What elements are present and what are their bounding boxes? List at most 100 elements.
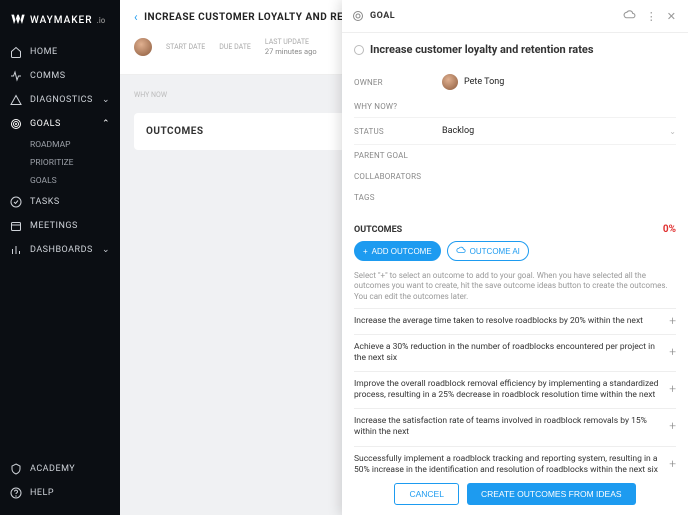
brand-suffix: .io: [97, 16, 106, 25]
nav-goals-label: GOALS: [30, 119, 61, 129]
why-now-label: WHY NOW?: [354, 102, 442, 111]
plus-icon: +: [363, 247, 368, 256]
brand-name: WAYMAKER: [30, 15, 93, 26]
outcomes-help-text: Select "+" to select an outcome to add t…: [354, 271, 676, 302]
add-icon[interactable]: +: [669, 420, 676, 436]
status-label: STATUS: [354, 127, 442, 136]
outcome-text: Achieve a 30% reduction in the number of…: [354, 342, 655, 363]
nav-meetings[interactable]: MEETINGS: [0, 214, 120, 238]
due-date-label: DUE DATE: [219, 43, 251, 51]
calendar-icon: [10, 220, 22, 232]
sidebar: WAYMAKER .io HOME COMMS DIAGNOSTICS ⌄ GOA…: [0, 0, 120, 515]
panel-footer: CANCEL CREATE OUTCOMES FROM IDEAS: [342, 473, 688, 515]
create-outcomes-button[interactable]: CREATE OUTCOMES FROM IDEAS: [467, 483, 636, 505]
owner-label: OWNER: [354, 78, 442, 87]
parent-goal-label: PARENT GOAL: [354, 151, 442, 160]
cancel-button[interactable]: CANCEL: [394, 483, 458, 505]
ai-icon: [456, 245, 466, 257]
nav-diagnostics-label: DIAGNOSTICS: [30, 95, 93, 105]
last-update-value: 27 minutes ago: [265, 47, 317, 56]
add-icon[interactable]: +: [669, 314, 676, 330]
goal-panel: GOAL ⋮ ✕ Increase customer loyalty and r…: [342, 0, 688, 515]
goal-title: Increase customer loyalty and retention …: [370, 43, 594, 56]
nav-tasks[interactable]: TASKS: [0, 190, 120, 214]
outcome-text: Increase the average time taken to resol…: [354, 316, 643, 326]
check-circle-icon: [10, 196, 22, 208]
outcomes-heading: OUTCOMES: [146, 126, 204, 137]
nav-dashboards[interactable]: DASHBOARDS ⌄: [0, 238, 120, 262]
more-icon[interactable]: ⋮: [644, 10, 659, 23]
avatar: [442, 74, 458, 90]
outcomes-label: OUTCOMES: [354, 225, 402, 235]
parent-goal-row[interactable]: PARENT GOAL: [354, 145, 676, 166]
nav-academy[interactable]: ACADEMY: [0, 457, 120, 481]
nav-sub-roadmap[interactable]: ROADMAP: [0, 136, 120, 154]
shield-icon: [10, 463, 22, 475]
outcome-suggestion: Improve the overall roadblock removal ef…: [354, 372, 676, 409]
goal-title-row: Increase customer loyalty and retention …: [354, 43, 676, 56]
status-row[interactable]: STATUS Backlog ⌄: [354, 117, 676, 145]
tags-row[interactable]: TAGS: [354, 187, 676, 208]
nav-academy-label: ACADEMY: [30, 464, 75, 474]
why-now-row[interactable]: WHY NOW?: [354, 96, 676, 117]
warning-icon: [10, 94, 22, 106]
outcomes-section-header: OUTCOMES 0%: [354, 216, 676, 235]
cloud-icon[interactable]: [621, 8, 638, 24]
chevron-down-icon: ⌄: [669, 127, 676, 136]
outcome-suggestion: Increase the average time taken to resol…: [354, 308, 676, 335]
home-icon: [10, 46, 22, 58]
nav-home-label: HOME: [30, 47, 58, 57]
status-dot-icon: [354, 45, 364, 55]
collaborators-row[interactable]: COLLABORATORS: [354, 166, 676, 187]
back-button[interactable]: ‹: [134, 10, 138, 24]
nav-tasks-label: TASKS: [30, 197, 60, 207]
outcome-suggestion: Successfully implement a roadblock track…: [354, 447, 676, 474]
close-icon[interactable]: ✕: [665, 10, 678, 23]
nav-dashboards-label: DASHBOARDS: [30, 245, 93, 255]
target-icon: [10, 118, 22, 130]
nav-goals[interactable]: GOALS ⌃: [0, 112, 120, 136]
nav-sub-goals[interactable]: GOALS: [0, 172, 120, 190]
outcome-ai-label: OUTCOME AI: [470, 247, 520, 256]
chevron-down-icon: ⌄: [102, 245, 110, 255]
chevron-down-icon: ⌄: [102, 95, 110, 105]
nav-comms[interactable]: COMMS: [0, 64, 120, 88]
nav-diagnostics[interactable]: DIAGNOSTICS ⌄: [0, 88, 120, 112]
target-icon: [352, 10, 364, 22]
page-title: INCREASE CUSTOMER LOYALTY AND RETENTI: [144, 12, 374, 23]
chevron-up-icon: ⌃: [102, 119, 110, 129]
brand-logo: WAYMAKER .io: [0, 8, 120, 40]
outcome-text: Increase the satisfaction rate of teams …: [354, 416, 647, 437]
help-icon: [10, 487, 22, 499]
outcome-suggestion: Achieve a 30% reduction in the number of…: [354, 335, 676, 372]
brand-mark-icon: [10, 12, 26, 28]
outcome-text: Improve the overall roadblock removal ef…: [354, 379, 658, 400]
outcome-suggestions-list: Increase the average time taken to resol…: [354, 308, 676, 473]
status-value: Backlog: [442, 126, 474, 136]
add-outcome-button[interactable]: + ADD OUTCOME: [354, 241, 441, 261]
add-icon[interactable]: +: [669, 457, 676, 473]
bars-icon: [10, 244, 22, 256]
panel-header-title: GOAL: [370, 11, 615, 21]
owner-row: OWNER Pete Tong: [354, 68, 676, 96]
nav-help-label: HELP: [30, 488, 54, 498]
outcome-suggestion: Increase the satisfaction rate of teams …: [354, 409, 676, 446]
nav-help[interactable]: HELP: [0, 481, 120, 505]
panel-header: GOAL ⋮ ✕: [342, 0, 688, 33]
owner-name: Pete Tong: [464, 77, 504, 87]
start-date-label: START DATE: [166, 43, 205, 51]
nav-comms-label: COMMS: [30, 71, 66, 81]
tags-label: TAGS: [354, 193, 442, 202]
nav-meetings-label: MEETINGS: [30, 221, 78, 231]
collaborators-label: COLLABORATORS: [354, 172, 442, 181]
nav-sub-prioritize[interactable]: PRIORITIZE: [0, 154, 120, 172]
outcome-ai-button[interactable]: OUTCOME AI: [447, 241, 529, 261]
avatar: [134, 38, 152, 56]
pulse-icon: [10, 70, 22, 82]
add-outcome-label: ADD OUTCOME: [372, 247, 432, 256]
outcome-text: Successfully implement a roadblock track…: [354, 454, 658, 474]
add-icon[interactable]: +: [669, 383, 676, 399]
last-update-label: LAST UPDATE: [265, 38, 317, 46]
nav-home[interactable]: HOME: [0, 40, 120, 64]
add-icon[interactable]: +: [669, 345, 676, 361]
